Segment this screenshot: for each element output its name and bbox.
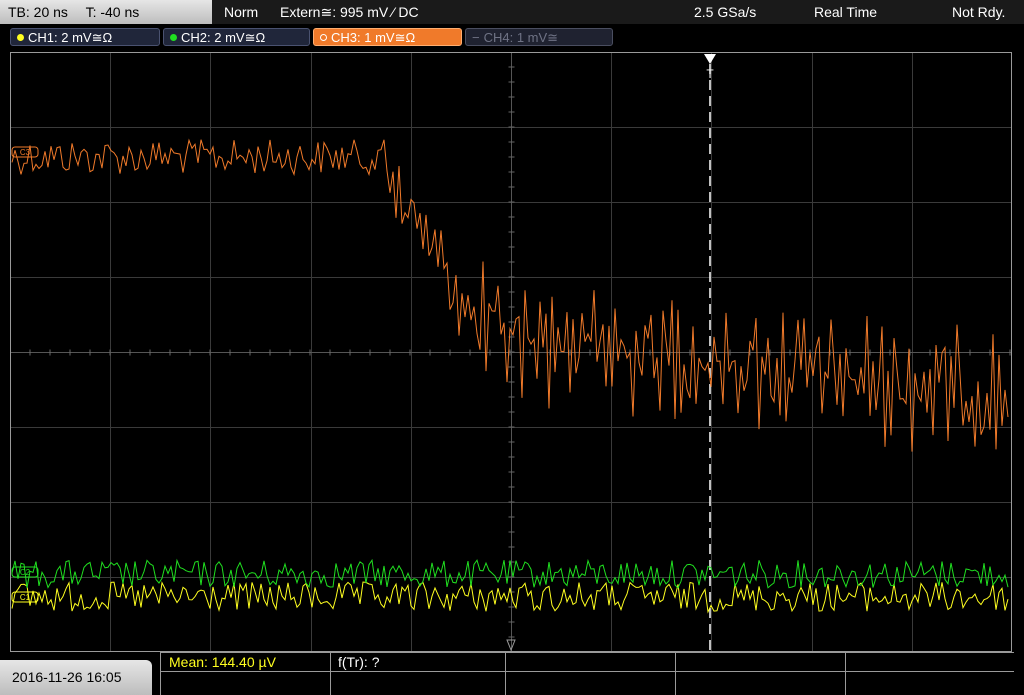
trigger-source[interactable]: Extern≅: 995 mV ⁄ DC [280, 0, 419, 24]
ch2-dot-icon [170, 34, 177, 41]
ch1-dot-icon [17, 34, 24, 41]
trigger-offset-label: T: -40 ns [85, 4, 140, 20]
ch4-label: CH4: 1 mV≅ [483, 30, 559, 45]
tab-ch2[interactable]: CH2: 2 mV≅Ω [163, 28, 310, 46]
waveform-display[interactable]: T C3 C2 C1 [10, 52, 1012, 652]
measurement-table [160, 652, 1014, 695]
timebase-label: TB: 20 ns [8, 4, 68, 20]
svg-text:C3: C3 [20, 148, 31, 157]
tab-ch3[interactable]: CH3: 1 mV≅Ω [313, 28, 462, 46]
date-time: 2016-11-26 16:05 [0, 660, 152, 695]
ch3-label: CH3: 1 mV≅Ω [331, 30, 416, 45]
trigger-arrow-icon[interactable] [704, 54, 716, 64]
mean-measurement[interactable]: Mean: 144.40 µV [169, 654, 276, 670]
channel-tabs: CH1: 2 mV≅Ω CH2: 2 mV≅Ω CH3: 1 mV≅Ω − CH4… [0, 24, 1024, 50]
svg-text:C2: C2 [20, 568, 31, 577]
timebase-box[interactable]: TB: 20 ns T: -40 ns [0, 0, 212, 24]
svg-text:C1: C1 [20, 593, 31, 602]
trigger-mode[interactable]: Norm [224, 0, 258, 24]
graticule [10, 52, 1012, 652]
ch1-label: CH1: 2 mV≅Ω [28, 30, 113, 45]
acquisition-mode: Real Time [814, 4, 878, 20]
acquisition-state: Not Rdy. [952, 4, 1006, 20]
ch3-dot-icon [320, 34, 327, 41]
ch2-label: CH2: 2 mV≅Ω [181, 30, 266, 45]
ch4-off-icon: − [472, 30, 480, 45]
sample-rate: 2.5 GSa/s [694, 4, 757, 20]
function-measurement[interactable]: f(Tr): ? [338, 654, 379, 670]
top-status-bar: TB: 20 ns T: -40 ns Norm Extern≅: 995 mV… [0, 0, 1024, 24]
bottom-bar: 2016-11-26 16:05 Mean: 144.40 µV f(Tr): … [0, 652, 1024, 695]
tab-ch1[interactable]: CH1: 2 mV≅Ω [10, 28, 160, 46]
tab-ch4[interactable]: − CH4: 1 mV≅ [465, 28, 613, 46]
trigger-marker: T [706, 67, 714, 81]
ch3-trace [11, 138, 1009, 452]
